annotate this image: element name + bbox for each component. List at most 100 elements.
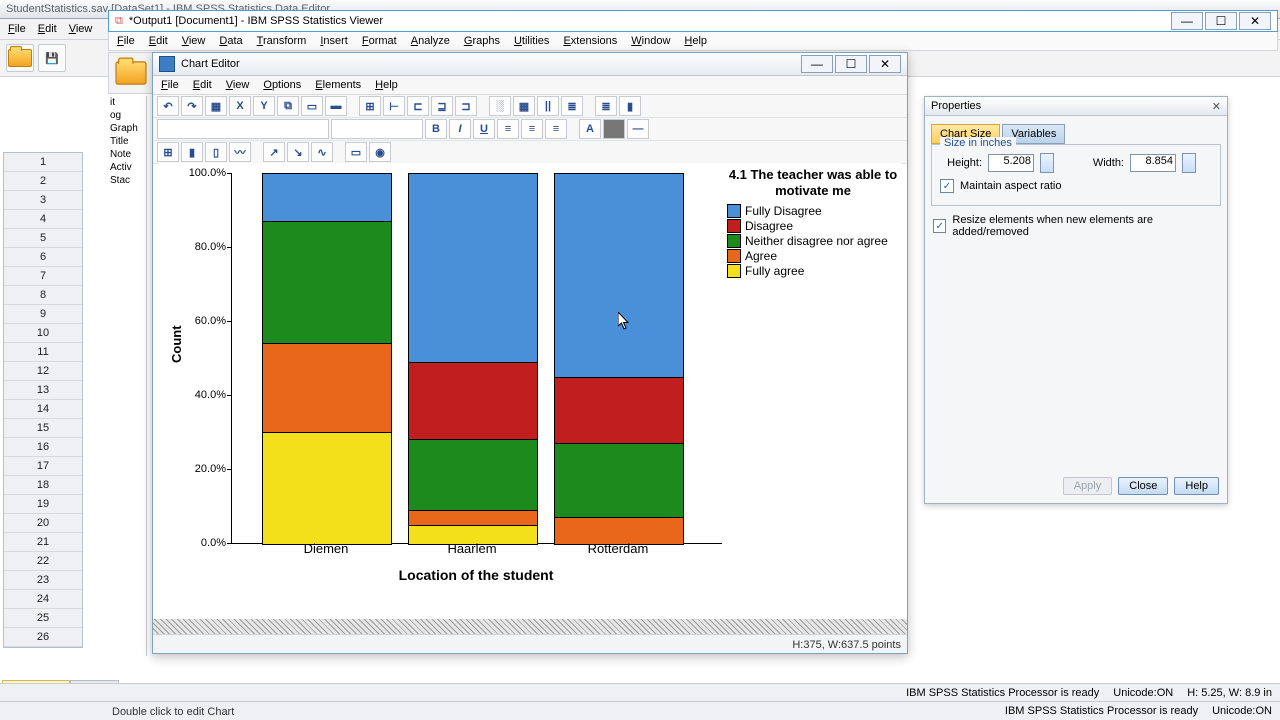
row-header[interactable]: 8 [4, 286, 82, 305]
toolbar-icon[interactable]: ⊐ [455, 96, 477, 116]
menu-edit[interactable]: Edit [38, 23, 57, 35]
row-header[interactable]: 13 [4, 381, 82, 400]
chart-editor-titlebar[interactable]: Chart Editor — ☐ ✕ [153, 53, 907, 76]
toolbar-icon[interactable]: ▦ [205, 96, 227, 116]
toolbar-icon[interactable]: ░ [489, 96, 511, 116]
toolbar-icon[interactable]: ↗ [263, 142, 285, 162]
row-header[interactable]: 5 [4, 229, 82, 248]
row-header[interactable]: 26 [4, 628, 82, 647]
output-outline[interactable]: itogGraphTitleNoteActivStac [108, 96, 147, 656]
menu-options[interactable]: Options [263, 79, 301, 91]
toolbar-icon[interactable]: 〰 [229, 142, 251, 162]
x-category-label[interactable]: Haarlem [407, 541, 537, 556]
toolbar-icon[interactable]: ▭ [301, 96, 323, 116]
row-header[interactable]: 4 [4, 210, 82, 229]
row-header[interactable]: 1 [4, 153, 82, 172]
toolbar-icon[interactable]: X [229, 96, 251, 116]
width-spinner[interactable] [1182, 153, 1196, 173]
line-style-icon[interactable]: — [627, 119, 649, 139]
row-header[interactable]: 18 [4, 476, 82, 495]
close-button[interactable]: Close [1118, 477, 1168, 495]
segment[interactable] [554, 377, 684, 446]
align-left-icon[interactable]: ≡ [497, 119, 519, 139]
menu-extensions[interactable]: Extensions [563, 35, 617, 47]
open-icon[interactable] [6, 44, 34, 72]
height-spinner[interactable] [1040, 153, 1054, 173]
row-header[interactable]: 19 [4, 495, 82, 514]
toolbar-icon[interactable]: ⧉ [277, 96, 299, 116]
menu-view[interactable]: View [182, 35, 206, 47]
close-icon[interactable]: ✕ [1239, 12, 1271, 30]
x-category-label[interactable]: Rotterdam [553, 541, 683, 556]
toolbar-icon[interactable]: Y [253, 96, 275, 116]
toolbar-icon[interactable]: ↶ [157, 96, 179, 116]
toolbar-icon[interactable]: ⊞ [359, 96, 381, 116]
outline-node[interactable]: Stac [108, 174, 146, 187]
align-center-icon[interactable]: ≡ [521, 119, 543, 139]
legend-item[interactable]: Fully Disagree [727, 204, 899, 218]
outline-node[interactable]: it [108, 96, 146, 109]
chart-canvas[interactable]: Count 0.0%20.0%40.0%60.0%80.0%100.0% Loc… [159, 163, 901, 633]
segment[interactable] [262, 221, 392, 345]
apply-button[interactable]: Apply [1063, 477, 1113, 495]
row-header[interactable]: 23 [4, 571, 82, 590]
minimize-icon[interactable]: — [1171, 12, 1203, 30]
font-size-select[interactable] [331, 119, 423, 139]
text-color-icon[interactable]: A [579, 119, 601, 139]
segment[interactable] [262, 173, 392, 223]
legend-item[interactable]: Neither disagree nor agree [727, 234, 899, 248]
y-axis-label[interactable]: Count [169, 325, 184, 363]
toolbar-icon[interactable]: ▮ [619, 96, 641, 116]
toolbar-icon[interactable]: || [537, 96, 559, 116]
toolbar-icon[interactable]: ▭ [345, 142, 367, 162]
row-header[interactable]: 21 [4, 533, 82, 552]
row-header[interactable]: 24 [4, 590, 82, 609]
fill-color-icon[interactable] [603, 119, 625, 139]
row-header[interactable]: 3 [4, 191, 82, 210]
width-input[interactable]: 8.854 [1130, 154, 1176, 172]
segment[interactable] [408, 362, 538, 442]
segment[interactable] [262, 343, 392, 434]
row-header[interactable]: 9 [4, 305, 82, 324]
toolbar-icon[interactable]: ⊒ [431, 96, 453, 116]
menu-utilities[interactable]: Utilities [514, 35, 549, 47]
row-header[interactable]: 25 [4, 609, 82, 628]
segment[interactable] [554, 173, 684, 379]
font-family-select[interactable] [157, 119, 329, 139]
toolbar-icon[interactable]: ◉ [369, 142, 391, 162]
menu-edit[interactable]: Edit [193, 79, 212, 91]
resize-elements-checkbox[interactable]: ✓ [933, 219, 946, 233]
x-axis-label[interactable]: Location of the student [231, 567, 721, 583]
align-right-icon[interactable]: ≡ [545, 119, 567, 139]
row-header[interactable]: 6 [4, 248, 82, 267]
menu-help[interactable]: Help [684, 35, 707, 47]
menu-help[interactable]: Help [375, 79, 398, 91]
segment[interactable] [408, 439, 538, 511]
row-header[interactable]: 16 [4, 438, 82, 457]
menu-graphs[interactable]: Graphs [464, 35, 500, 47]
outline-node[interactable]: Title [108, 135, 146, 148]
row-header[interactable]: 14 [4, 400, 82, 419]
toolbar-icon[interactable]: ▬ [325, 96, 347, 116]
italic-button[interactable]: I [449, 119, 471, 139]
height-input[interactable]: 5.208 [988, 154, 1034, 172]
segment[interactable] [262, 432, 392, 545]
menu-view[interactable]: View [69, 23, 93, 35]
bar-diemen[interactable] [262, 173, 392, 543]
outline-node[interactable]: Note [108, 148, 146, 161]
menu-edit[interactable]: Edit [149, 35, 168, 47]
toolbar-icon[interactable]: ∿ [311, 142, 333, 162]
row-header[interactable]: 12 [4, 362, 82, 381]
maintain-aspect-checkbox[interactable]: ✓ [940, 179, 954, 193]
help-button[interactable]: Help [1174, 477, 1219, 495]
x-category-label[interactable]: Diemen [261, 541, 391, 556]
segment[interactable] [554, 443, 684, 519]
toolbar-icon[interactable]: ↘ [287, 142, 309, 162]
menu-window[interactable]: Window [631, 35, 670, 47]
menu-data[interactable]: Data [219, 35, 242, 47]
legend-title[interactable]: 4.1 The teacher was able to motivate me [727, 167, 899, 198]
row-header[interactable]: 20 [4, 514, 82, 533]
menu-analyze[interactable]: Analyze [411, 35, 450, 47]
legend-item[interactable]: Fully agree [727, 264, 899, 278]
outline-node[interactable]: Graph [108, 122, 146, 135]
